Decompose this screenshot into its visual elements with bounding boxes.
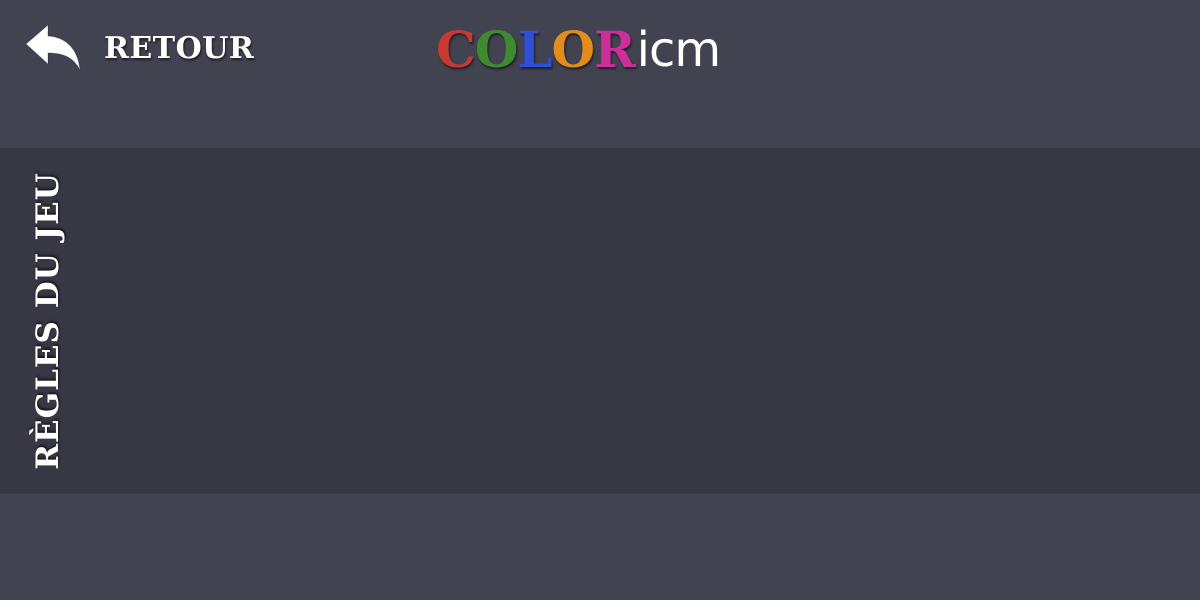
rules-panel	[0, 148, 1200, 494]
logo-letter-o1: O	[474, 20, 519, 79]
logo-letter-l: L	[517, 20, 553, 79]
reply-arrow-icon	[25, 23, 81, 71]
logo-letter-o2: O	[551, 20, 596, 79]
back-button[interactable]: RETOUR	[24, 22, 254, 74]
logo-suffix: icm	[636, 22, 721, 78]
footer	[0, 494, 1200, 600]
rules-section-title: RÈGLES DU JEU	[30, 172, 66, 470]
app-logo: C O L O R icm	[436, 18, 721, 79]
logo-letter-r: R	[594, 20, 636, 79]
back-label: RETOUR	[104, 30, 255, 66]
logo-letter-c: C	[436, 20, 476, 79]
page: RETOUR C O L O R icm RÈGLES DU JEU	[0, 0, 1200, 600]
header: RETOUR C O L O R icm	[0, 0, 1200, 148]
